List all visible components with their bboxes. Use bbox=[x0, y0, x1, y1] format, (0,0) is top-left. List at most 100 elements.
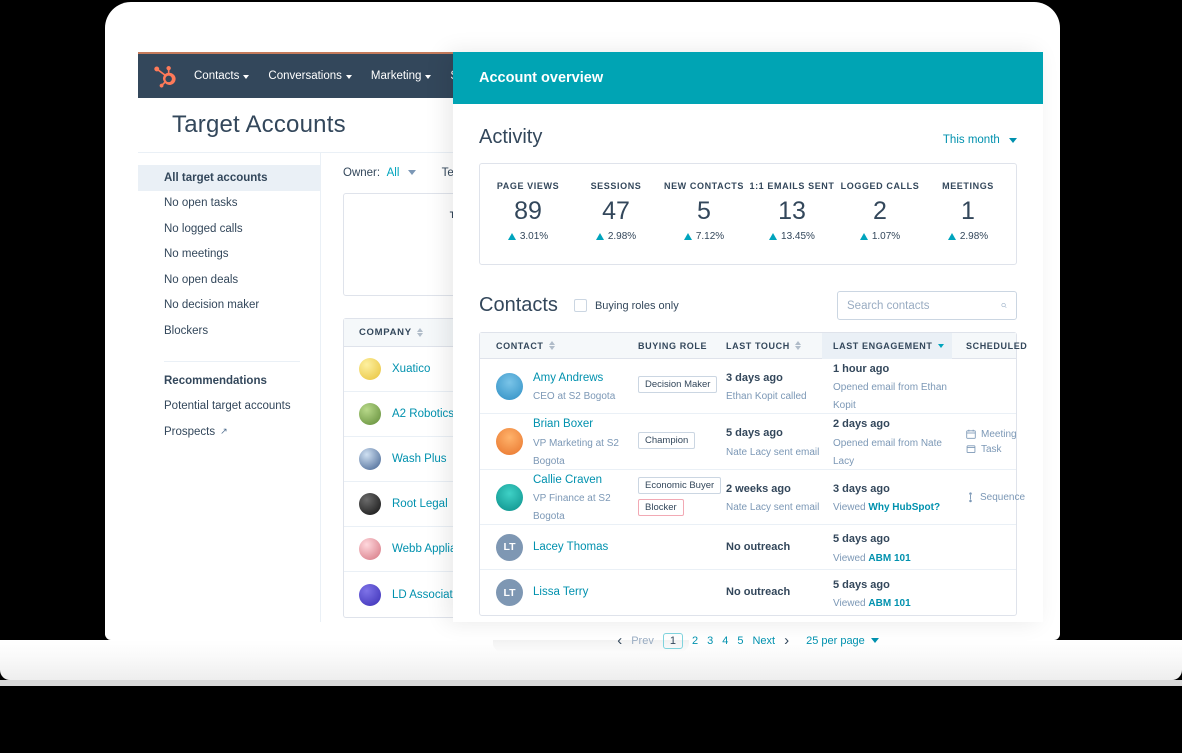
role-tag: Economic Buyer bbox=[638, 477, 721, 494]
pagination: ‹ Prev 1 2 3 4 5 Next › 25 per page bbox=[479, 616, 1017, 649]
nav-label: Conversations bbox=[268, 70, 342, 82]
search-icon[interactable] bbox=[1001, 299, 1007, 312]
nav-item-marketing[interactable]: Marketing bbox=[371, 70, 432, 82]
contact-cell: Brian Boxer VP Marketing at S2 Bogota bbox=[480, 414, 638, 469]
sort-icon[interactable] bbox=[549, 341, 555, 350]
last-engagement-link[interactable]: Why HubSpot? bbox=[868, 502, 940, 513]
company-avatar bbox=[359, 538, 381, 560]
per-page-label: 25 per page bbox=[806, 635, 865, 647]
kpi-delta: 13.45% bbox=[748, 231, 836, 242]
kpi-delta-value: 2.98% bbox=[608, 231, 636, 242]
table-row[interactable]: Callie Craven VP Finance at S2 Bogota Ec… bbox=[480, 470, 1016, 526]
column-last-touch[interactable]: LAST TOUCH bbox=[726, 341, 822, 351]
contacts-heading: Contacts bbox=[479, 294, 558, 317]
table-row[interactable]: Amy Andrews CEO at S2 Bogota Decision Ma… bbox=[480, 359, 1016, 414]
contact-title: VP Marketing at S2 Bogota bbox=[533, 438, 619, 467]
column-label: SCHEDULED bbox=[966, 341, 1027, 351]
prev-button[interactable]: Prev bbox=[631, 635, 654, 647]
sidebar-item-label: Potential target accounts bbox=[164, 400, 291, 412]
hubspot-logo[interactable] bbox=[152, 63, 178, 89]
scheduled-task: Task bbox=[966, 442, 1017, 457]
column-last-engagement[interactable]: LAST ENGAGEMENT bbox=[822, 333, 952, 359]
column-scheduled[interactable]: SCHEDULED bbox=[952, 341, 1027, 351]
calendar-icon bbox=[966, 429, 976, 439]
next-button[interactable]: Next bbox=[752, 635, 775, 647]
contact-name[interactable]: Callie Craven bbox=[533, 474, 602, 486]
page-4-button[interactable]: 4 bbox=[722, 635, 728, 647]
activity-heading: Activity bbox=[479, 126, 542, 149]
kpi-page-views: PAGE VIEWS 89 3.01% bbox=[484, 181, 572, 242]
last-touch-primary: No outreach bbox=[726, 540, 790, 555]
contact-name[interactable]: Brian Boxer bbox=[533, 418, 593, 430]
sort-desc-icon[interactable] bbox=[938, 344, 944, 348]
last-engagement-primary: 5 days ago bbox=[833, 533, 890, 545]
sidebar-item-prospects[interactable]: Prospects ↗ bbox=[138, 419, 320, 445]
last-touch-primary: 5 days ago bbox=[726, 427, 783, 439]
contact-cell: LT Lacey Thomas bbox=[480, 534, 638, 561]
contact-name[interactable]: Lacey Thomas bbox=[533, 540, 608, 556]
activity-kpi-card: PAGE VIEWS 89 3.01% SESSIONS 47 2.98% bbox=[479, 163, 1017, 265]
table-row[interactable]: LT Lissa Terry No outreach 5 days ago Vi… bbox=[480, 570, 1016, 615]
company-name[interactable]: Root Legal bbox=[392, 498, 448, 510]
avatar: LT bbox=[496, 579, 523, 606]
sidebar-section-recommendations: Recommendations bbox=[138, 375, 320, 387]
page-title: Target Accounts bbox=[172, 111, 346, 139]
scheduled-cell: Meeting Task bbox=[952, 427, 1017, 457]
kpi-delta: 7.12% bbox=[660, 231, 748, 242]
contact-name[interactable]: Lissa Terry bbox=[533, 585, 588, 601]
company-avatar bbox=[359, 493, 381, 515]
table-row[interactable]: LT Lacey Thomas No outreach 5 days ago V… bbox=[480, 525, 1016, 570]
sort-icon[interactable] bbox=[417, 328, 423, 337]
arrow-up-icon bbox=[948, 233, 956, 240]
company-name[interactable]: Wash Plus bbox=[392, 453, 447, 465]
nav-item-conversations[interactable]: Conversations bbox=[268, 70, 352, 82]
kpi-sessions: SESSIONS 47 2.98% bbox=[572, 181, 660, 242]
last-engagement-link[interactable]: ABM 101 bbox=[868, 598, 910, 609]
activity-section-header: Activity This month bbox=[479, 126, 1017, 149]
last-engagement-link[interactable]: ABM 101 bbox=[868, 553, 910, 564]
next-chevron-icon[interactable]: › bbox=[784, 632, 789, 649]
sidebar-item-no-logged-calls[interactable]: No logged calls bbox=[138, 216, 320, 242]
sidebar-item-all-target-accounts[interactable]: All target accounts bbox=[138, 165, 320, 191]
sidebar-item-potential-target-accounts[interactable]: Potential target accounts bbox=[138, 394, 320, 420]
sort-icon[interactable] bbox=[795, 341, 801, 350]
company-avatar bbox=[359, 403, 381, 425]
table-row[interactable]: Brian Boxer VP Marketing at S2 Bogota Ch… bbox=[480, 414, 1016, 470]
buying-role-cell: Champion bbox=[638, 432, 726, 452]
buying-roles-only-checkbox[interactable] bbox=[574, 299, 587, 312]
account-overview-title: Account overview bbox=[479, 70, 603, 86]
page-1-button[interactable]: 1 bbox=[663, 633, 683, 649]
page-3-button[interactable]: 3 bbox=[707, 635, 713, 647]
chevron-down-icon bbox=[1009, 138, 1017, 143]
chevron-down-icon bbox=[408, 170, 416, 175]
sidebar-item-blockers[interactable]: Blockers bbox=[138, 318, 320, 344]
page-5-button[interactable]: 5 bbox=[737, 635, 743, 647]
company-name[interactable]: Xuatico bbox=[392, 363, 430, 375]
company-name[interactable]: A2 Robotics bbox=[392, 408, 454, 420]
company-avatar bbox=[359, 358, 381, 380]
period-selector[interactable]: This month bbox=[943, 134, 1017, 146]
search-contacts-box[interactable] bbox=[837, 291, 1017, 320]
page-2-button[interactable]: 2 bbox=[692, 635, 698, 647]
per-page-selector[interactable]: 25 per page bbox=[806, 635, 879, 647]
sidebar-item-no-open-deals[interactable]: No open deals bbox=[138, 267, 320, 293]
kpi-new-contacts: NEW CONTACTS 5 7.12% bbox=[660, 181, 748, 242]
chevron-down-icon bbox=[346, 75, 352, 79]
nav-item-contacts[interactable]: Contacts bbox=[194, 70, 249, 82]
sidebar-item-no-decision-maker[interactable]: No decision maker bbox=[138, 293, 320, 319]
kpi-value: 47 bbox=[572, 197, 660, 226]
search-input[interactable] bbox=[847, 300, 1001, 312]
column-buying-role[interactable]: BUYING ROLE bbox=[638, 341, 726, 351]
nav-label: Contacts bbox=[194, 70, 239, 82]
company-column-label: COMPANY bbox=[359, 327, 412, 338]
column-contact[interactable]: CONTACT bbox=[480, 341, 638, 351]
sidebar-item-no-meetings[interactable]: No meetings bbox=[138, 242, 320, 268]
task-icon bbox=[966, 444, 976, 454]
owner-filter[interactable]: Owner: All bbox=[343, 167, 416, 179]
kpi-value: 89 bbox=[484, 197, 572, 226]
sidebar-item-label: No logged calls bbox=[164, 223, 243, 235]
sidebar-item-no-open-tasks[interactable]: No open tasks bbox=[138, 191, 320, 217]
prev-chevron-icon[interactable]: ‹ bbox=[617, 632, 622, 649]
avatar: LT bbox=[496, 534, 523, 561]
contact-name[interactable]: Amy Andrews bbox=[533, 372, 603, 384]
